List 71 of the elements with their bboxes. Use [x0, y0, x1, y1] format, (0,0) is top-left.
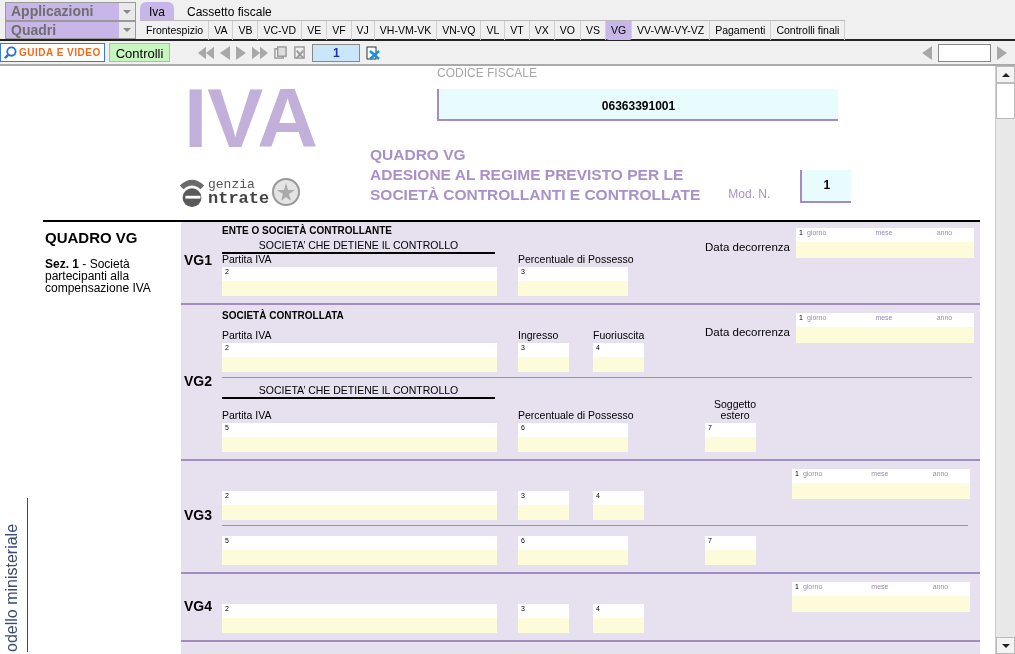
tab[interactable]: VC-VD	[258, 21, 303, 40]
tab[interactable]: Iva	[140, 2, 174, 21]
tab[interactable]: VN-VQ	[437, 21, 482, 40]
next-arrow-icon[interactable]	[997, 45, 1007, 60]
tab[interactable]: VX	[529, 21, 555, 40]
tab[interactable]: VJ	[351, 21, 375, 40]
block-subheading: SOCIETA’ CHE DETIENE IL CONTROLLO	[222, 239, 495, 254]
tab[interactable]: VL	[481, 21, 506, 40]
row-code: VG1	[183, 251, 213, 270]
next-page-icon[interactable]	[236, 45, 247, 60]
field-label: Fuoriuscita	[593, 330, 646, 341]
tab[interactable]: VO	[554, 21, 581, 40]
tab[interactable]: VV-VW-VY-VZ	[632, 21, 711, 40]
previous-page-icon[interactable]	[220, 45, 231, 60]
tab[interactable]: VH-VM-VK	[374, 21, 438, 40]
date-label: Data decorrenza	[705, 239, 791, 255]
agency-name-top: genzia	[208, 178, 255, 192]
field-label: Partita IVA	[222, 330, 273, 341]
logo-letters: IVA	[183, 70, 319, 166]
check-button[interactable]: Controlli	[108, 43, 171, 62]
block-heading: ENTE O SOCIETÀ CONTROLLANTE	[222, 223, 393, 237]
page-number-field[interactable]: 1	[312, 43, 361, 62]
side-label: odello ministeriale	[3, 522, 21, 652]
form-title: QUADRO VG	[370, 145, 467, 165]
tax-code-label: CODICE FISCALE	[437, 66, 539, 80]
tab[interactable]: VT	[505, 21, 530, 40]
field-label: Percentuale di Possesso	[518, 254, 635, 265]
module-label: Mod. N.	[728, 186, 771, 203]
date-label: Data decorrenza	[705, 324, 791, 340]
scroll-thumb[interactable]	[996, 83, 1015, 119]
first-page-icon[interactable]	[198, 45, 215, 60]
tab[interactable]: Pagamenti	[710, 21, 772, 40]
tab[interactable]: VB	[233, 21, 259, 40]
scroll-down-icon[interactable]	[1001, 643, 1010, 648]
field-label: Partita IVA	[222, 254, 273, 265]
tab[interactable]: Controlli finali	[771, 21, 846, 40]
last-page-icon[interactable]	[252, 45, 269, 60]
copy-page-icon[interactable]	[274, 46, 288, 59]
form-title: SOCIETÀ CONTROLLANTI E CONTROLLATE	[370, 185, 701, 205]
caret-icon	[123, 28, 131, 32]
previous-arrow-icon[interactable]	[922, 45, 932, 60]
tab[interactable]: Frontespizio	[141, 21, 210, 40]
section-description: Sez. 1 - Società partecipanti alla compensazione IVA	[45, 257, 152, 294]
agency-name-bottom: ntrate	[208, 192, 270, 206]
tab[interactable]: VG	[605, 21, 633, 40]
field-label: Partita IVA	[222, 410, 273, 421]
field-label: Percentuale di Possesso	[518, 410, 635, 421]
field-label: Soggetto estero	[712, 399, 757, 421]
tab[interactable]: VA	[209, 21, 234, 40]
navigation-field[interactable]	[938, 43, 991, 62]
block-heading: SOCIETÀ CONTROLLATA	[222, 308, 345, 322]
page-x-icon[interactable]	[366, 45, 381, 60]
field-label: Ingresso	[518, 330, 560, 341]
row-code: VG2	[183, 371, 213, 391]
row-code: VG3	[183, 506, 213, 525]
form-title: ADESIONE AL REGIME PREVISTO PER LE	[370, 165, 685, 185]
row-code: VG4	[183, 596, 213, 616]
tab[interactable]: VF	[327, 21, 352, 40]
search-icon	[4, 46, 17, 59]
delete-page-icon[interactable]	[293, 46, 307, 59]
tab[interactable]: VE	[302, 21, 328, 40]
seal-icon	[271, 177, 302, 207]
module-number-field[interactable]: 1	[800, 170, 852, 203]
tax-code-field[interactable]: 06363391001	[437, 89, 838, 121]
section-title: QUADRO VG	[45, 228, 139, 248]
scroll-up-icon[interactable]	[1001, 72, 1010, 77]
caret-icon	[123, 9, 131, 14]
scrollbar[interactable]	[995, 66, 1015, 654]
tab[interactable]: VS	[580, 21, 606, 40]
block-subheading: SOCIETA’ CHE DETIENE IL CONTROLLO	[222, 384, 495, 399]
tab[interactable]: Cassetto fiscale	[178, 2, 281, 21]
